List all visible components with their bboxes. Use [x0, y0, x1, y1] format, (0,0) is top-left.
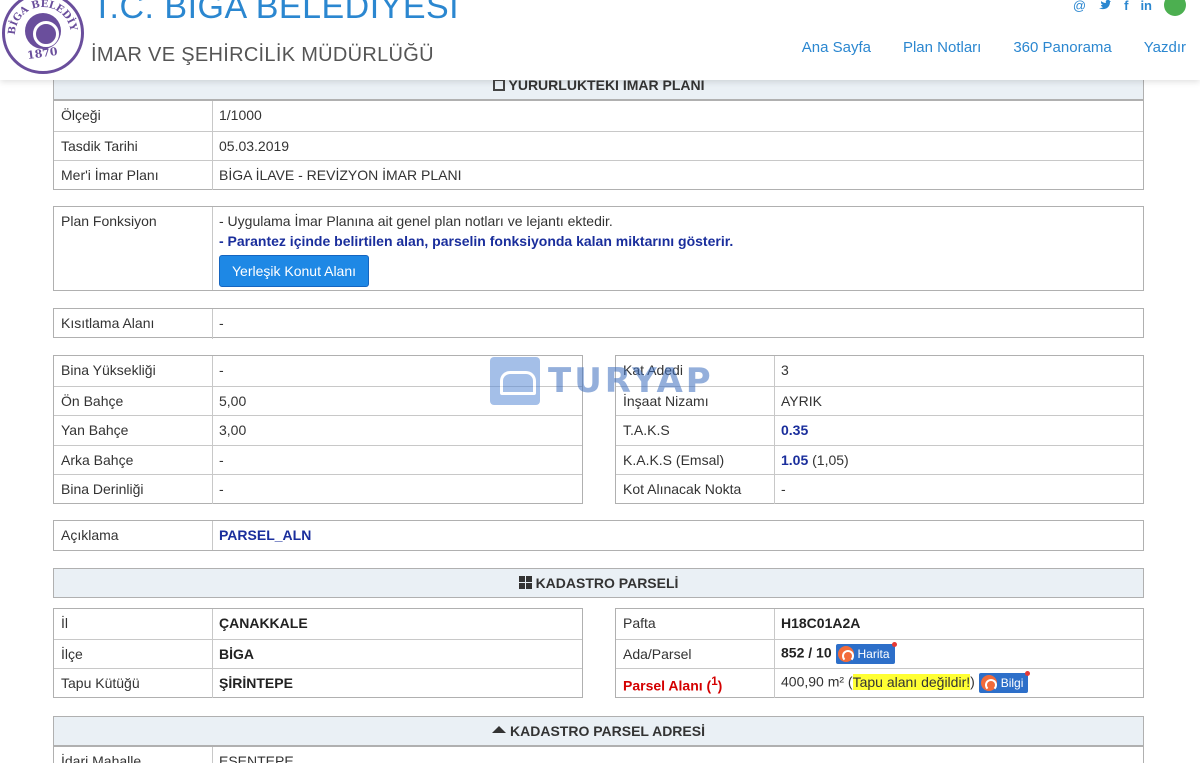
- user-icon[interactable]: [1164, 0, 1186, 16]
- adres-heading: KADASTRO PARSEL ADRESİ: [53, 716, 1144, 746]
- grid-icon: [518, 576, 532, 589]
- linkedin-icon[interactable]: in: [1140, 0, 1152, 13]
- table-row: K.A.K.S (Emsal) 1.05 (1,05): [616, 444, 1143, 474]
- nav-plan-notlari[interactable]: Plan Notları: [903, 39, 981, 56]
- aciklama-table: Açıklama PARSEL_ALN: [53, 520, 1144, 551]
- ada-parsel-value: 852 / 10: [781, 644, 832, 661]
- table-row: Parsel Alanı (1) 400,90 m² (Tapu alanı d…: [616, 668, 1143, 698]
- table-row: T.A.K.S 0.35: [616, 415, 1143, 445]
- kaks-extra: (1,05): [812, 451, 849, 468]
- plan-note-1: - Uygulama İmar Planına ait genel plan n…: [219, 213, 613, 229]
- twitter-icon[interactable]: [1098, 0, 1112, 11]
- logo-emblem: [25, 13, 61, 49]
- imar-plani-table: Ölçeği 1/1000 Tasdik Tarihi 05.03.2019 M…: [53, 100, 1144, 190]
- kaks-value: 1.05: [781, 451, 809, 468]
- table-row: Kısıtlama Alanı -: [54, 309, 1143, 339]
- table-row: Tasdik Tarihi 05.03.2019: [54, 130, 1143, 160]
- tapu-warning: Tapu alanı değildir!: [852, 673, 971, 690]
- kadastro-heading: KADASTRO PARSELİ: [53, 568, 1144, 598]
- table-row: Tapu Kütüğü ŞİRİNTEPE: [54, 668, 582, 698]
- table-row: İlçe BİGA: [54, 638, 582, 668]
- aciklama-value: PARSEL_ALN: [219, 527, 312, 543]
- social-links: @ f in: [1073, 0, 1186, 16]
- at-icon[interactable]: @: [1073, 0, 1086, 13]
- table-row: İl ÇANAKKALE: [54, 609, 582, 639]
- document-icon: [492, 79, 505, 91]
- plan-fonksiyon-table: Plan Fonksiyon - Uygulama İmar Planına a…: [53, 206, 1144, 291]
- harita-button[interactable]: Harita: [835, 641, 897, 664]
- table-row: Bina Derinliği -: [54, 474, 582, 504]
- table-row: Kot Alınacak Nokta -: [616, 474, 1143, 504]
- kadastro-right-table: Pafta H18C01A2A Ada/Parsel 852 / 10 Harit…: [615, 608, 1144, 698]
- map-pin-icon: [837, 645, 854, 662]
- nav-yazdir[interactable]: Yazdır: [1144, 39, 1186, 56]
- main-nav: Ana Sayfa Plan Notları 360 Panorama Yazd…: [802, 39, 1186, 56]
- table-row: Pafta H18C01A2A: [616, 609, 1143, 639]
- table-row: Açıklama PARSEL_ALN: [54, 521, 1143, 550]
- plan-note-2: - Parantez içinde belirtilen alan, parse…: [219, 233, 734, 249]
- table-row: İdari Mahalle ESENTEPE: [54, 747, 1143, 763]
- site-title: T.C. BİGA BELEDİYESİ: [92, 0, 460, 26]
- parsel-alani-label: Parsel Alanı (: [623, 677, 712, 694]
- table-row: Arka Bahçe -: [54, 444, 582, 474]
- info-icon: [980, 675, 997, 691]
- table-row: Yan Bahçe 3,00: [54, 415, 582, 445]
- turyap-watermark: TURYAP: [490, 356, 720, 406]
- taks-value: 0.35: [781, 422, 809, 438]
- table-row: Ölçeği 1/1000: [54, 101, 1143, 131]
- plan-fonksiyon-label: Plan Fonksiyon: [54, 207, 213, 290]
- nav-360-panorama[interactable]: 360 Panorama: [1013, 39, 1111, 56]
- site-subtitle: İMAR VE ŞEHİRCİLİK MÜDÜRLÜĞÜ: [91, 44, 434, 66]
- bilgi-button[interactable]: Bilgi: [978, 671, 1031, 693]
- facebook-icon[interactable]: f: [1124, 0, 1128, 13]
- biga-logo[interactable]: BİGA BELEDİYESİ 1870: [2, 0, 84, 74]
- yerlesik-konut-alani-button[interactable]: Yerleşik Konut Alanı: [219, 255, 370, 287]
- kadastro-left-table: İl ÇANAKKALE İlçe BİGA Tapu Kütüğü ŞİRİNTEP…: [53, 608, 583, 698]
- adres-table: İdari Mahalle ESENTEPE: [53, 746, 1144, 763]
- nav-ana-sayfa[interactable]: Ana Sayfa: [802, 39, 871, 56]
- table-row: Ada/Parsel 852 / 10 Harita: [616, 638, 1143, 668]
- kisitlama-table: Kısıtlama Alanı -: [53, 308, 1144, 339]
- page-header: BİGA BELEDİYESİ 1870 T.C. BİGA BELEDİYES…: [0, 0, 1200, 80]
- handshake-icon: [490, 357, 540, 405]
- parsel-alani-value: 400,90 m² (: [781, 673, 853, 690]
- table-row: Mer'i İmar Planı BİGA İLAVE - REVİZYON İ…: [54, 160, 1143, 190]
- home-icon: [492, 726, 506, 733]
